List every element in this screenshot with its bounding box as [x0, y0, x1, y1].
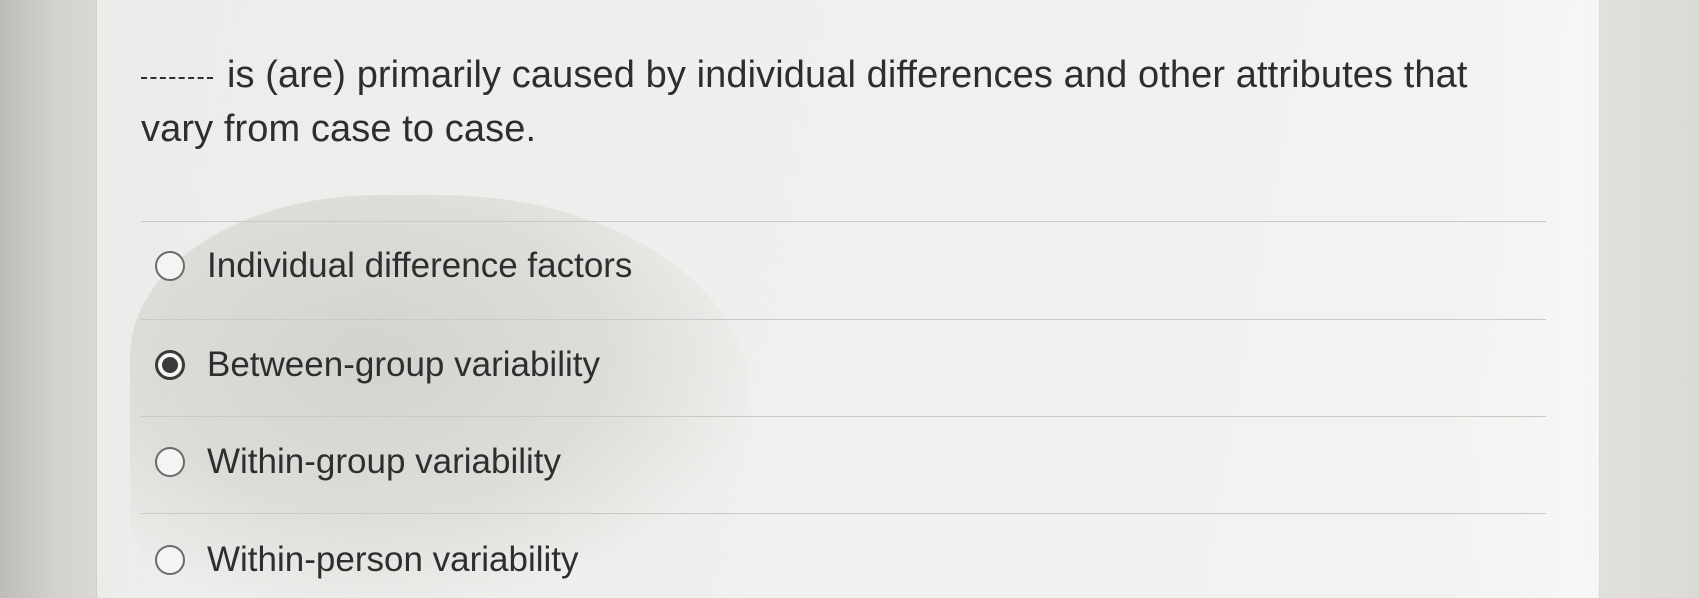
question-stem: is (are) primarily caused by individual …: [141, 54, 1468, 150]
option-between-group-variability[interactable]: Between-group variability: [155, 335, 600, 395]
divider: [141, 416, 1546, 417]
option-label: Individual difference factors: [207, 246, 633, 285]
radio-button[interactable]: [155, 447, 185, 477]
option-within-group-variability[interactable]: Within-group variability: [155, 432, 561, 492]
divider: [141, 319, 1546, 320]
divider: [141, 513, 1546, 514]
option-label: Within-group variability: [207, 442, 562, 481]
option-label: Between-group variability: [207, 345, 600, 384]
divider: [141, 221, 1546, 222]
option-label: Within-person variability: [207, 540, 579, 579]
radio-button-selected[interactable]: [155, 350, 185, 380]
question-blank: [141, 77, 213, 79]
radio-button[interactable]: [155, 545, 185, 575]
question-text: is (are) primarily caused by individual …: [141, 48, 1521, 156]
radio-button[interactable]: [155, 251, 185, 281]
option-within-person-variability[interactable]: Within-person variability: [155, 530, 579, 590]
option-individual-difference-factors[interactable]: Individual difference factors: [155, 236, 632, 296]
